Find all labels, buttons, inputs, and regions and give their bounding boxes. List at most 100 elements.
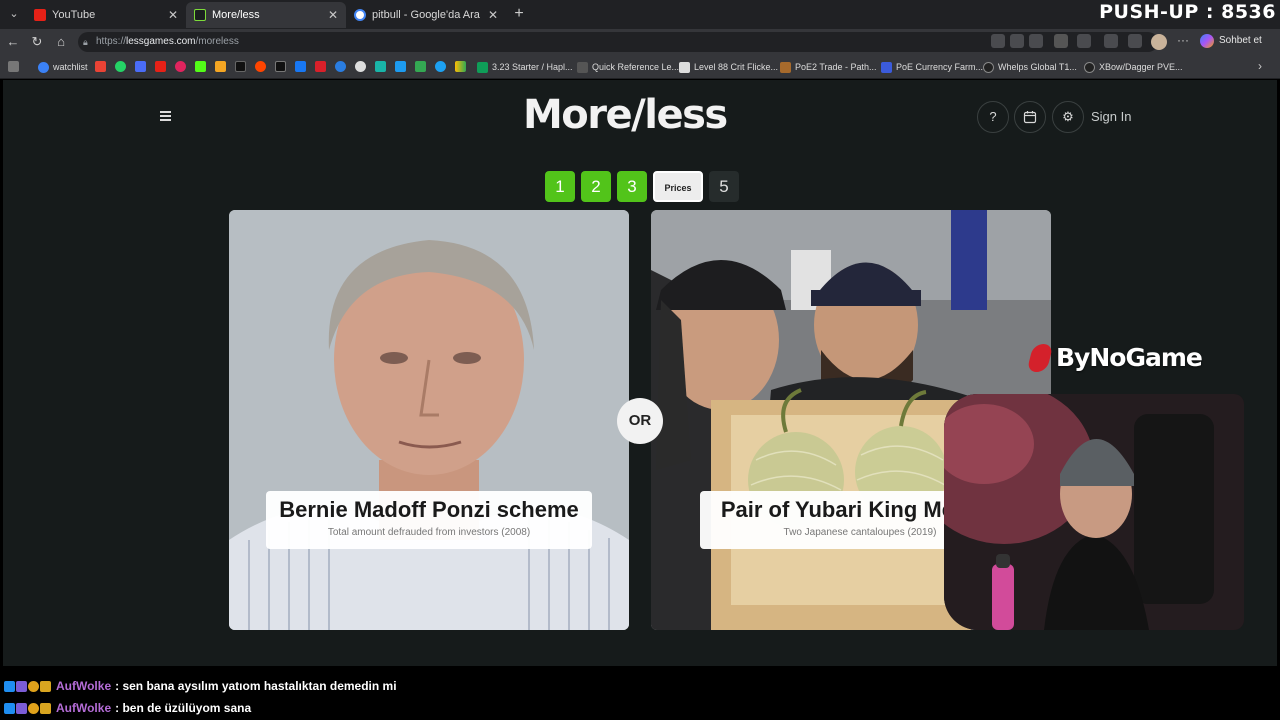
home-icon[interactable]: ⌂ <box>52 33 70 51</box>
badge-icon <box>40 702 51 714</box>
bluesky-icon[interactable] <box>395 61 406 72</box>
settings-gear-icon[interactable]: ⚙ <box>1052 101 1084 133</box>
url-host: lessgames.com <box>126 36 196 47</box>
bookmark-poe-currency[interactable]: PoE Currency Farm... <box>881 60 983 74</box>
favorite-star-icon[interactable] <box>1029 34 1043 48</box>
bookmark-label: Whelps Global T1... <box>998 62 1077 72</box>
tab-search-chevron-icon[interactable]: ⌄ <box>4 4 24 24</box>
left-card-title: Bernie Madoff Ponzi scheme <box>279 497 579 522</box>
lessgames-icon <box>194 9 206 21</box>
chat-line: AufWolke : sen bana aysılım yatıom hasta… <box>4 677 604 695</box>
bookmark-watchlist[interactable]: watchlist <box>38 60 88 74</box>
badge-icon <box>4 702 15 714</box>
bookmark-label: Quick Reference Le... <box>592 62 680 72</box>
x-icon[interactable] <box>275 61 286 72</box>
close-icon[interactable]: ✕ <box>168 8 178 22</box>
close-icon[interactable]: ✕ <box>488 8 498 22</box>
youtube-bookmark-icon[interactable] <box>155 61 166 72</box>
badge-icon <box>4 680 15 692</box>
bookmark-label: 3.23 Starter / Hapl... <box>492 62 573 72</box>
bookmark-xbow[interactable]: XBow/Dagger PVE... <box>1084 60 1183 74</box>
more-icon[interactable]: ··· <box>1177 33 1189 47</box>
extensions-puzzle-icon[interactable] <box>1077 34 1091 48</box>
extension-icon[interactable] <box>1054 34 1068 48</box>
tab-youtube[interactable]: YouTube ✕ <box>26 2 186 28</box>
bookmark-icon <box>881 61 892 73</box>
badge-icon <box>16 702 27 714</box>
google-icon <box>354 9 366 21</box>
help-icon[interactable]: ? <box>977 101 1009 133</box>
chat-username: AufWolke <box>56 701 112 715</box>
gmail-icon[interactable] <box>95 61 106 72</box>
bookmark-blue-icon[interactable] <box>335 61 346 72</box>
facebook-icon[interactable] <box>295 61 306 72</box>
telegram-icon[interactable] <box>435 61 446 72</box>
bookmark-starter[interactable]: 3.23 Starter / Hapl... <box>477 60 573 74</box>
calendar-icon[interactable] <box>1014 101 1046 133</box>
bookmark-quick-reference[interactable]: Quick Reference Le... <box>577 60 679 74</box>
tiktok-icon[interactable] <box>235 61 246 72</box>
level-2-button[interactable]: 2 <box>581 171 611 202</box>
bookmark-label: XBow/Dagger PVE... <box>1099 62 1183 72</box>
netflix-icon[interactable] <box>315 61 326 72</box>
badge-icon <box>40 680 51 692</box>
tab-google[interactable]: pitbull - Google'da Ara ✕ <box>346 2 506 28</box>
tab-title: pitbull - Google'da Ara <box>372 9 480 21</box>
copilot-icon[interactable] <box>1200 34 1214 48</box>
bookmark-label: PoE Currency Farm... <box>896 62 984 72</box>
sponsor-logo: ByNoGame <box>1026 343 1203 372</box>
lock-icon: 🔒︎ <box>83 37 88 47</box>
bookmark-green-icon[interactable] <box>415 61 426 72</box>
whatsapp-icon[interactable] <box>115 61 126 72</box>
chat-message: : ben de üzülüyom sana <box>115 701 252 715</box>
poe-icon <box>780 61 791 73</box>
translate-icon[interactable] <box>991 34 1005 48</box>
address-bar: ← ↻ ⌂ 🔒︎ https://lessgames.com/moreless … <box>0 29 1280 55</box>
new-tab-icon[interactable]: + <box>510 4 528 24</box>
tab-moreless[interactable]: More/less ✕ <box>186 2 346 28</box>
music-icon[interactable] <box>175 61 186 72</box>
chevron-right-icon[interactable]: › <box>1258 59 1262 73</box>
back-icon[interactable]: ← <box>4 33 22 51</box>
level-5-button[interactable]: 5 <box>709 171 739 202</box>
choice-card-left[interactable]: Bernie Madoff Ponzi scheme Total amount … <box>229 210 629 630</box>
translate-bookmark-icon[interactable] <box>135 61 146 72</box>
level-prices-button[interactable]: Prices <box>653 171 703 202</box>
menu-icon[interactable] <box>160 111 172 121</box>
bynogame-mark-icon <box>1026 343 1054 372</box>
badge-icon <box>16 680 27 692</box>
bookmark-icon <box>577 61 588 73</box>
kick-icon[interactable] <box>195 61 206 72</box>
left-card-caption: Bernie Madoff Ponzi scheme Total amount … <box>266 491 592 549</box>
bookmark-orange-icon[interactable] <box>215 61 226 72</box>
bookmarks-menu-icon[interactable] <box>8 61 19 72</box>
streamer-webcam <box>944 394 1244 630</box>
bookmark-poe2-trade[interactable]: PoE2 Trade - Path... <box>780 60 877 74</box>
bookmark-icon <box>983 61 994 73</box>
reddit-icon[interactable] <box>255 61 266 72</box>
close-icon[interactable]: ✕ <box>328 8 338 22</box>
bookmark-level88[interactable]: Level 88 Crit Flicke... <box>679 60 778 74</box>
tab-title: YouTube <box>52 9 96 21</box>
url-scheme: https:// <box>96 36 127 47</box>
bookmark-white-icon[interactable] <box>355 61 366 72</box>
chat-button[interactable]: Sohbet et <box>1219 35 1262 46</box>
reader-icon[interactable] <box>1010 34 1024 48</box>
bookmark-teal-icon[interactable] <box>375 61 386 72</box>
bookmark-whelps[interactable]: Whelps Global T1... <box>983 60 1077 74</box>
favorites-icon[interactable] <box>1128 34 1142 48</box>
youtube-icon <box>34 9 46 21</box>
chat-line: AufWolke : ben de üzülüyom sana <box>4 699 604 717</box>
bookmark-label: watchlist <box>53 62 88 72</box>
url-path: /moreless <box>195 36 239 47</box>
bookmark-multi-icon[interactable] <box>455 61 466 72</box>
profile-avatar[interactable] <box>1151 34 1167 50</box>
level-3-button[interactable]: 3 <box>617 171 647 202</box>
bookmark-icon <box>1084 61 1095 73</box>
bookmarks-bar: watchlist 3.23 Starter / Hapl... Quick R… <box>0 55 1280 79</box>
site-logo[interactable]: More/less <box>523 92 728 138</box>
split-screen-icon[interactable] <box>1104 34 1118 48</box>
sign-in-link[interactable]: Sign In <box>1091 109 1131 124</box>
level-1-button[interactable]: 1 <box>545 171 575 202</box>
reload-icon[interactable]: ↻ <box>28 33 46 51</box>
